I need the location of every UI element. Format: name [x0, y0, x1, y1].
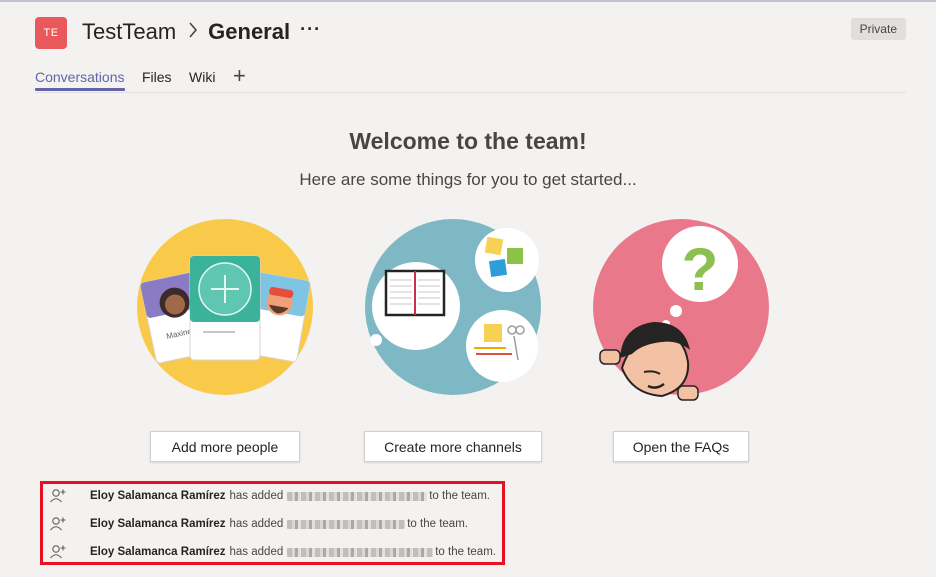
add-member-icon: [50, 489, 66, 503]
svg-text:?: ?: [682, 236, 719, 303]
window-top-border: [0, 0, 936, 2]
activity-verb: has added: [229, 546, 284, 558]
add-tab-button[interactable]: +: [233, 63, 246, 89]
create-more-channels-button[interactable]: Create more channels: [364, 431, 542, 462]
activity-feed: Eloy Salamanca Ramírez has added to the …: [40, 481, 505, 565]
add-people-illustration: Maxine ky: [137, 219, 313, 395]
activity-tail: to the team.: [435, 546, 496, 558]
redacted-names: [287, 547, 434, 557]
activity-actor[interactable]: Eloy Salamanca Ramírez: [90, 490, 226, 502]
tab-conversations[interactable]: Conversations: [35, 69, 125, 91]
open-faqs-button[interactable]: Open the FAQs: [613, 431, 749, 462]
activity-verb: has added: [229, 490, 284, 502]
activity-verb: has added: [229, 518, 284, 530]
redacted-names: [287, 491, 428, 501]
welcome-subtitle: Here are some things for you to get star…: [299, 170, 637, 189]
activity-item: Eloy Salamanca Ramírez has added to the …: [49, 486, 490, 506]
tab-wiki[interactable]: Wiki: [189, 69, 215, 85]
faq-illustration: ?: [593, 219, 769, 401]
activity-actor[interactable]: Eloy Salamanca Ramírez: [90, 546, 226, 558]
add-member-icon: [50, 545, 66, 559]
activity-tail: to the team.: [429, 490, 490, 502]
team-name[interactable]: TestTeam: [82, 19, 176, 45]
activity-tail: to the team.: [407, 518, 468, 530]
add-more-people-button[interactable]: Add more people: [150, 431, 300, 462]
team-avatar[interactable]: TE: [35, 17, 67, 49]
activity-item: Eloy Salamanca Ramírez has added to the …: [49, 514, 468, 534]
privacy-badge: Private: [850, 18, 906, 40]
redacted-names: [287, 519, 406, 529]
more-options-button[interactable]: ···: [300, 19, 321, 40]
breadcrumb: TestTeam General ···: [82, 19, 321, 45]
add-member-icon: [50, 517, 66, 531]
chevron-right-icon: [188, 19, 198, 45]
channel-header: TE TestTeam General ··· Private: [35, 16, 906, 52]
create-channels-illustration: [365, 219, 541, 395]
tab-files[interactable]: Files: [142, 69, 172, 85]
welcome-title: Welcome to the team!: [349, 128, 587, 154]
channel-tabs: Conversations Files Wiki +: [35, 63, 906, 93]
activity-item: Eloy Salamanca Ramírez has added to the …: [49, 542, 496, 562]
activity-actor[interactable]: Eloy Salamanca Ramírez: [90, 518, 226, 530]
channel-name: General: [208, 19, 291, 44]
